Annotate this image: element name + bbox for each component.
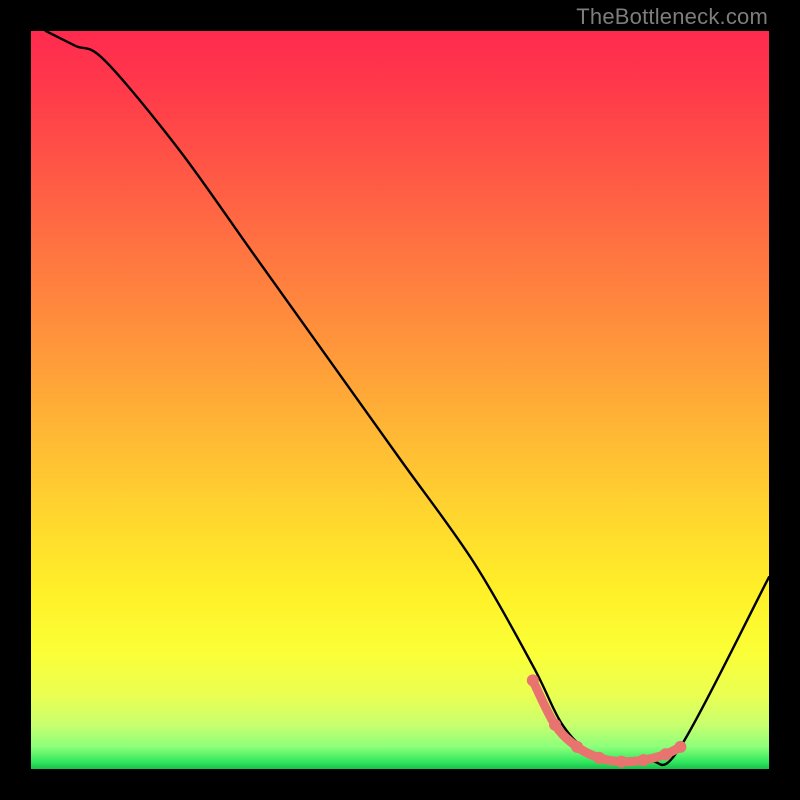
chart-svg: [31, 31, 769, 769]
plot-area: [31, 31, 769, 769]
highlight-dot: [674, 741, 686, 753]
highlight-dot: [660, 748, 672, 760]
watermark-text: TheBottleneck.com: [576, 4, 768, 30]
highlight-segment: [527, 674, 687, 767]
bottleneck-curve-path: [46, 31, 769, 765]
highlight-dot: [615, 756, 627, 768]
highlight-dot: [549, 719, 561, 731]
highlight-dot: [638, 754, 650, 766]
highlight-dot: [571, 741, 583, 753]
highlight-dot: [527, 674, 539, 686]
highlight-dot: [593, 752, 605, 764]
chart-stage: TheBottleneck.com: [0, 0, 800, 800]
